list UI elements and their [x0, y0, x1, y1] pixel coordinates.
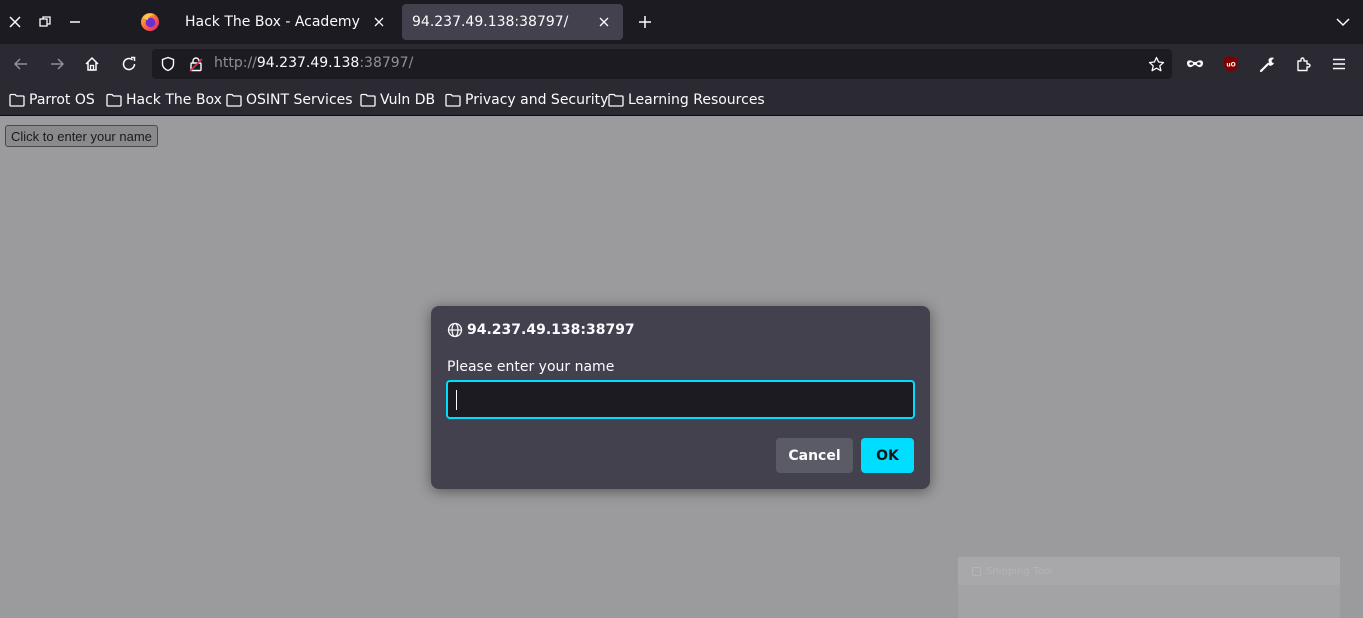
url-scheme: http://	[214, 55, 257, 71]
new-tab-plus-icon[interactable]	[634, 11, 656, 33]
tab-current-site[interactable]: 94.237.49.138:38797/	[402, 4, 623, 40]
bookmarks-toolbar: Parrot OS Hack The Box OSINT Services Vu…	[0, 84, 1363, 116]
insecure-lock-icon[interactable]	[187, 55, 205, 73]
url-port-path: :38797/	[359, 55, 414, 71]
snipping-tool-titlebar[interactable]: Snipping Tool	[958, 557, 1340, 585]
back-arrow-icon[interactable]	[10, 53, 32, 75]
cancel-button[interactable]: Cancel	[776, 438, 853, 473]
text-cursor	[456, 390, 457, 410]
folder-icon	[445, 93, 461, 107]
navigation-toolbar: http://94.237.49.138:38797/ uO	[0, 44, 1363, 84]
name-input[interactable]	[446, 380, 915, 419]
dialog-message: Please enter your name	[447, 359, 615, 375]
dialog-origin: 94.237.49.138:38797	[447, 322, 635, 338]
restore-icon[interactable]	[34, 11, 56, 33]
home-icon[interactable]	[81, 53, 103, 75]
close-icon[interactable]	[4, 11, 26, 33]
tab-title: 94.237.49.138:38797/	[412, 14, 569, 30]
bookmark-label: Hack The Box	[126, 92, 222, 108]
forward-arrow-icon[interactable]	[46, 53, 68, 75]
folder-icon	[106, 93, 122, 107]
snipping-tool-window: Snipping Tool	[958, 557, 1340, 618]
dialog-origin-text: 94.237.49.138:38797	[467, 322, 635, 338]
ublock-origin-icon[interactable]: uO	[1220, 53, 1242, 75]
bookmark-star-icon[interactable]	[1146, 54, 1166, 74]
bookmark-folder-osint-services[interactable]: OSINT Services	[226, 90, 353, 110]
url-text[interactable]: http://94.237.49.138:38797/	[214, 55, 413, 71]
hamburger-menu-icon[interactable]	[1328, 53, 1350, 75]
bookmark-label: Parrot OS	[29, 92, 95, 108]
tab-bar: Hack The Box - Academy 94.237.49.138:387…	[0, 0, 1363, 44]
wrench-icon[interactable]	[1256, 53, 1278, 75]
ok-button[interactable]: OK	[861, 438, 914, 473]
url-bar[interactable]: http://94.237.49.138:38797/	[152, 49, 1172, 79]
tab-hack-the-box-academy[interactable]: Hack The Box - Academy	[172, 4, 398, 40]
prompt-dialog: 94.237.49.138:38797 Please enter your na…	[431, 306, 930, 489]
tab-close-icon[interactable]	[370, 13, 388, 31]
folder-icon	[9, 93, 25, 107]
globe-icon	[447, 322, 463, 338]
private-mask-icon[interactable]	[1184, 53, 1206, 75]
tab-close-icon[interactable]	[595, 13, 613, 31]
bookmark-folder-vuln-db[interactable]: Vuln DB	[360, 90, 435, 110]
bookmark-label: Learning Resources	[628, 92, 765, 108]
svg-text:uO: uO	[1226, 62, 1235, 69]
tab-title: Hack The Box - Academy	[185, 14, 360, 30]
minimize-icon[interactable]	[64, 11, 86, 33]
extensions-puzzle-icon[interactable]	[1292, 53, 1314, 75]
enter-name-button[interactable]: Click to enter your name	[5, 125, 158, 147]
url-host: 94.237.49.138	[256, 55, 360, 71]
folder-icon	[608, 93, 624, 107]
bookmark-label: Vuln DB	[380, 92, 436, 108]
snipping-tool-icon	[972, 566, 981, 576]
bookmark-label: OSINT Services	[246, 92, 353, 108]
chevron-down-icon[interactable]	[1332, 11, 1354, 33]
bookmark-folder-parrot-os[interactable]: Parrot OS	[9, 90, 95, 110]
bookmark-label: Privacy and Security	[465, 92, 609, 108]
firefox-logo-icon	[140, 12, 160, 32]
bookmark-folder-privacy-and-security[interactable]: Privacy and Security	[445, 90, 608, 110]
reload-icon[interactable]	[118, 53, 140, 75]
bookmark-folder-hack-the-box[interactable]: Hack The Box	[106, 90, 222, 110]
bookmark-folder-learning-resources[interactable]: Learning Resources	[608, 90, 765, 110]
folder-icon	[360, 93, 376, 107]
shield-icon[interactable]	[159, 55, 177, 73]
snipping-tool-title: Snipping Tool	[986, 565, 1053, 577]
folder-icon	[226, 93, 242, 107]
